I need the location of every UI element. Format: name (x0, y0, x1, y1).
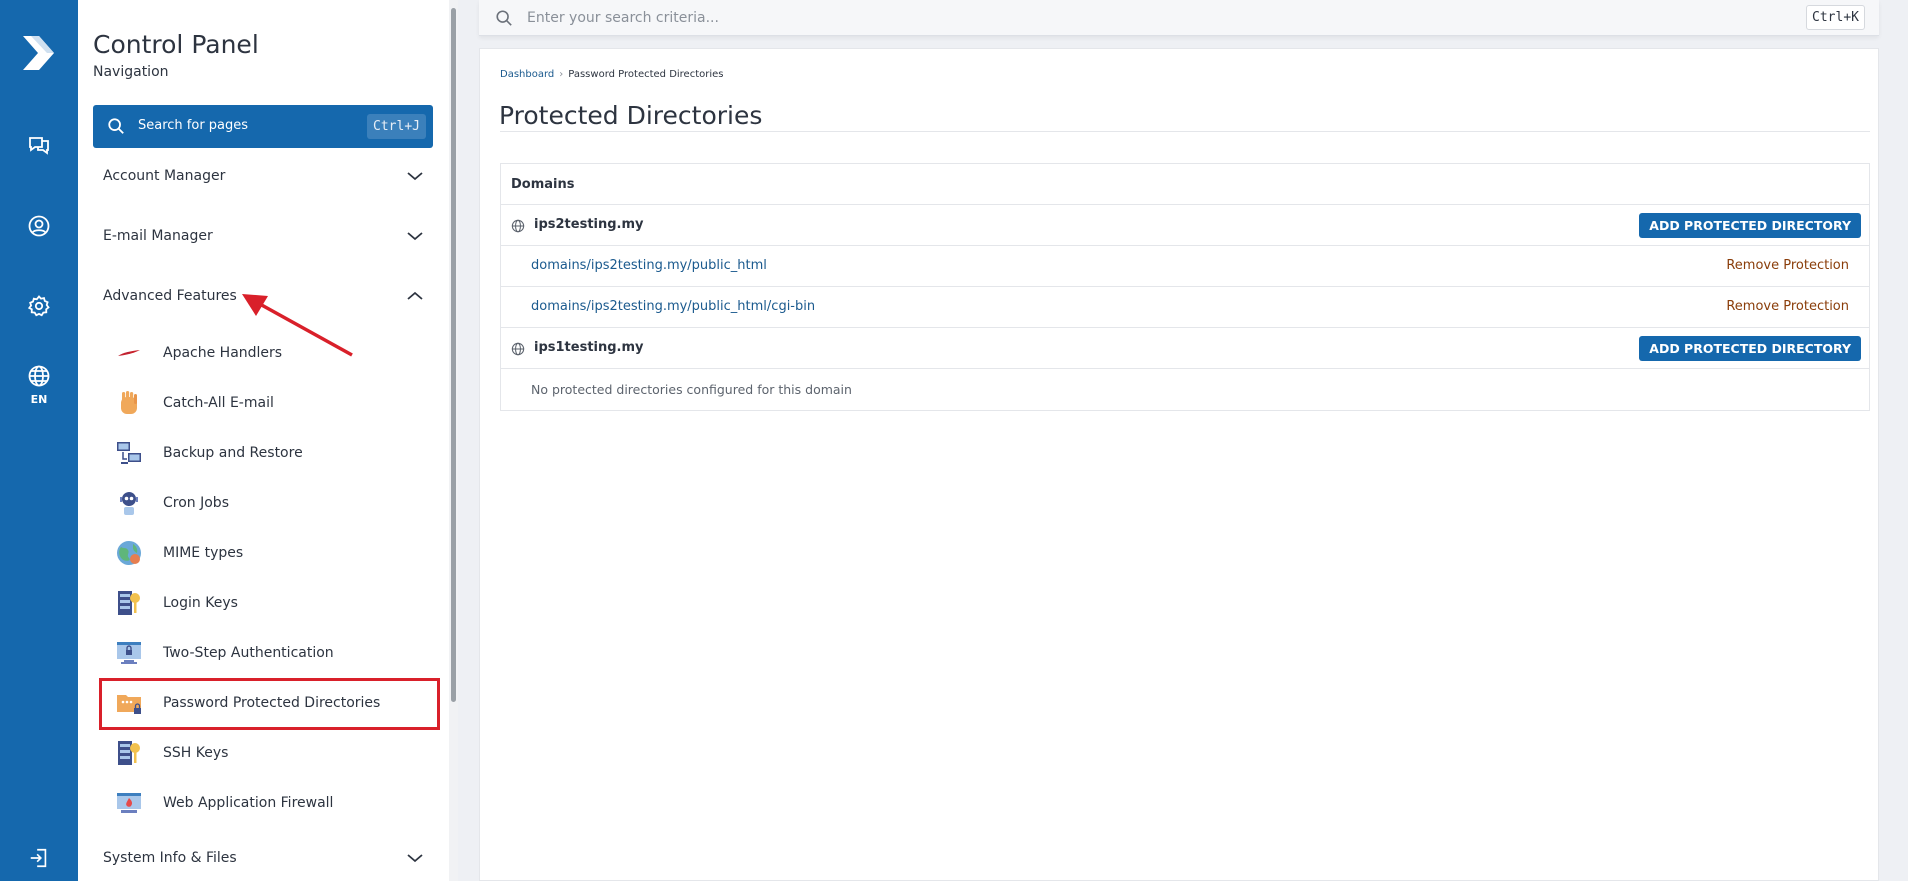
sidebar-item-two-step-authentication[interactable]: Two-Step Authentication (115, 635, 435, 671)
sidebar-item-label: Two-Step Authentication (163, 645, 334, 661)
section-label: Account Manager (103, 168, 226, 184)
gear-icon[interactable] (25, 292, 53, 320)
annotation-arrow (242, 294, 353, 357)
chevron-up-icon (407, 291, 423, 300)
logo-icon[interactable] (19, 33, 57, 73)
globe-icon (511, 219, 525, 233)
firewall-icon (117, 793, 141, 813)
title-divider (500, 131, 1870, 132)
sidebar-search-label: Search for pages (138, 118, 249, 133)
add-protected-directory-button[interactable]: ADD PROTECTED DIRECTORY (1639, 336, 1861, 361)
search-icon (108, 118, 124, 134)
breadcrumb-separator: › (559, 69, 564, 80)
sidebar-search-shortcut: Ctrl+J (367, 114, 426, 139)
section-label: E-mail Manager (103, 228, 213, 244)
chevron-down-icon (407, 232, 423, 241)
section-account-manager[interactable]: Account Manager (103, 165, 423, 189)
breadcrumb: Dashboard › Password Protected Directories (500, 69, 724, 80)
top-search-bar: Ctrl+K (479, 0, 1879, 36)
sidebar-item-cron-jobs[interactable]: Cron Jobs (115, 485, 435, 521)
global-search-shortcut: Ctrl+K (1806, 5, 1865, 30)
chat-icon[interactable] (25, 131, 53, 159)
search-icon (496, 10, 512, 26)
left-rail: EN (0, 0, 78, 881)
sidebar: Control Panel Navigation Search for page… (78, 0, 458, 881)
sidebar-subtitle: Navigation (93, 64, 169, 80)
globe-icon (511, 342, 525, 356)
sidebar-scrollbar-thumb[interactable] (451, 8, 456, 702)
ssh-key-icon (118, 741, 140, 765)
sidebar-item-web-application-firewall[interactable]: Web Application Firewall (115, 785, 435, 821)
section-system-info-files[interactable]: System Info & Files (103, 847, 423, 871)
robot-icon (120, 492, 138, 515)
empty-state-row: No protected directories configured for … (501, 369, 1869, 410)
section-email-manager[interactable]: E-mail Manager (103, 225, 423, 249)
remove-protection-link[interactable]: Remove Protection (1726, 299, 1849, 314)
sidebar-item-label: MIME types (163, 545, 244, 561)
mime-globe-icon (117, 541, 141, 565)
section-label: System Info & Files (103, 850, 237, 866)
sidebar-item-label: Login Keys (163, 595, 238, 611)
remove-protection-link[interactable]: Remove Protection (1726, 258, 1849, 273)
sidebar-item-ssh-keys[interactable]: SSH Keys (115, 735, 435, 771)
add-protected-directory-button[interactable]: ADD PROTECTED DIRECTORY (1639, 213, 1861, 238)
page-title: Protected Directories (499, 101, 763, 130)
chevron-down-icon (407, 854, 423, 863)
highlight-box (99, 678, 440, 730)
sidebar-item-login-keys[interactable]: Login Keys (115, 585, 435, 621)
table-header-label: Domains (511, 177, 575, 192)
monitor-lock-icon (117, 642, 141, 664)
domains-table: Domains ips2testing.my ADD PROTECTED DIR… (500, 163, 1870, 411)
directory-path-link[interactable]: domains/ips2testing.my/public_html/cgi-b… (531, 299, 815, 314)
chevron-down-icon (407, 172, 423, 181)
main-panel: Dashboard › Password Protected Directories… (479, 48, 1879, 881)
sidebar-item-label: Backup and Restore (163, 445, 303, 461)
language-label[interactable]: EN (0, 393, 78, 406)
server-key-icon (118, 591, 140, 615)
breadcrumb-dashboard-link[interactable]: Dashboard (500, 69, 554, 80)
apache-feather-icon (118, 350, 140, 356)
sidebar-item-backup-and-restore[interactable]: Backup and Restore (115, 435, 435, 471)
sidebar-item-label: SSH Keys (163, 745, 229, 761)
directory-path-link[interactable]: domains/ips2testing.my/public_html (531, 258, 767, 273)
domain-row: ips2testing.my ADD PROTECTED DIRECTORY (501, 205, 1869, 246)
sidebar-item-mime-types[interactable]: MIME types (115, 535, 435, 571)
table-header: Domains (501, 164, 1869, 205)
sidebar-item-label: Catch-All E-mail (163, 395, 274, 411)
section-label: Advanced Features (103, 288, 237, 304)
domain-name: ips1testing.my (534, 340, 644, 355)
logout-icon[interactable] (25, 844, 53, 872)
domain-row: ips1testing.my ADD PROTECTED DIRECTORY (501, 328, 1869, 369)
hand-icon (121, 391, 137, 414)
user-icon[interactable] (25, 212, 53, 240)
breadcrumb-current: Password Protected Directories (568, 69, 724, 80)
empty-state-text: No protected directories configured for … (531, 382, 852, 397)
sidebar-title: Control Panel (93, 30, 259, 59)
backup-computers-icon (117, 442, 141, 464)
sidebar-search-button[interactable]: Search for pages Ctrl+J (93, 105, 433, 148)
sidebar-item-label: Web Application Firewall (163, 795, 334, 811)
domain-name: ips2testing.my (534, 217, 644, 232)
global-search-input[interactable] (527, 5, 1527, 31)
directory-row: domains/ips2testing.my/public_html Remov… (501, 246, 1869, 287)
directory-row: domains/ips2testing.my/public_html/cgi-b… (501, 287, 1869, 328)
sidebar-item-catch-all-email[interactable]: Catch-All E-mail (115, 385, 435, 421)
sidebar-item-label: Cron Jobs (163, 495, 229, 511)
globe-icon[interactable] (25, 362, 53, 390)
